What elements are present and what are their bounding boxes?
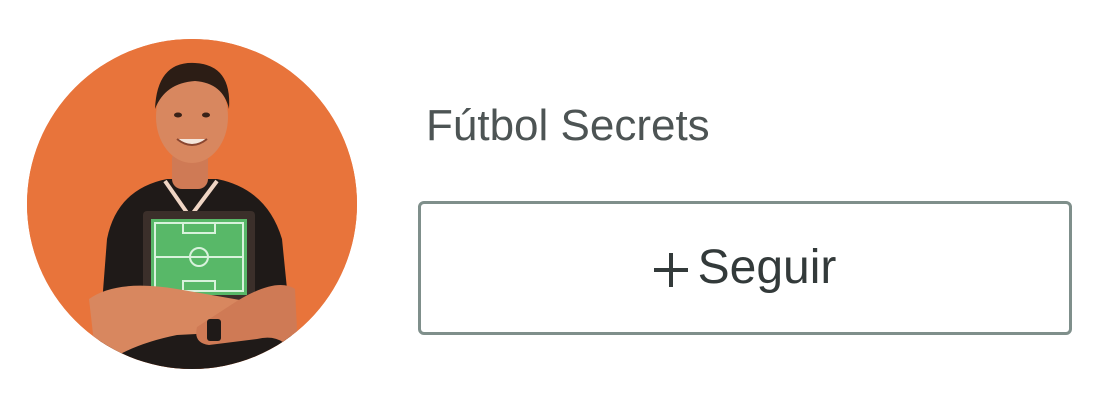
author-name[interactable]: Fútbol Secrets: [426, 96, 710, 156]
follow-button[interactable]: Seguir: [418, 201, 1072, 335]
follow-button-label: Seguir: [697, 241, 837, 294]
person-holding-tactics-board-icon: [27, 39, 357, 369]
plus-icon: [653, 253, 688, 287]
author-avatar[interactable]: [27, 39, 357, 369]
